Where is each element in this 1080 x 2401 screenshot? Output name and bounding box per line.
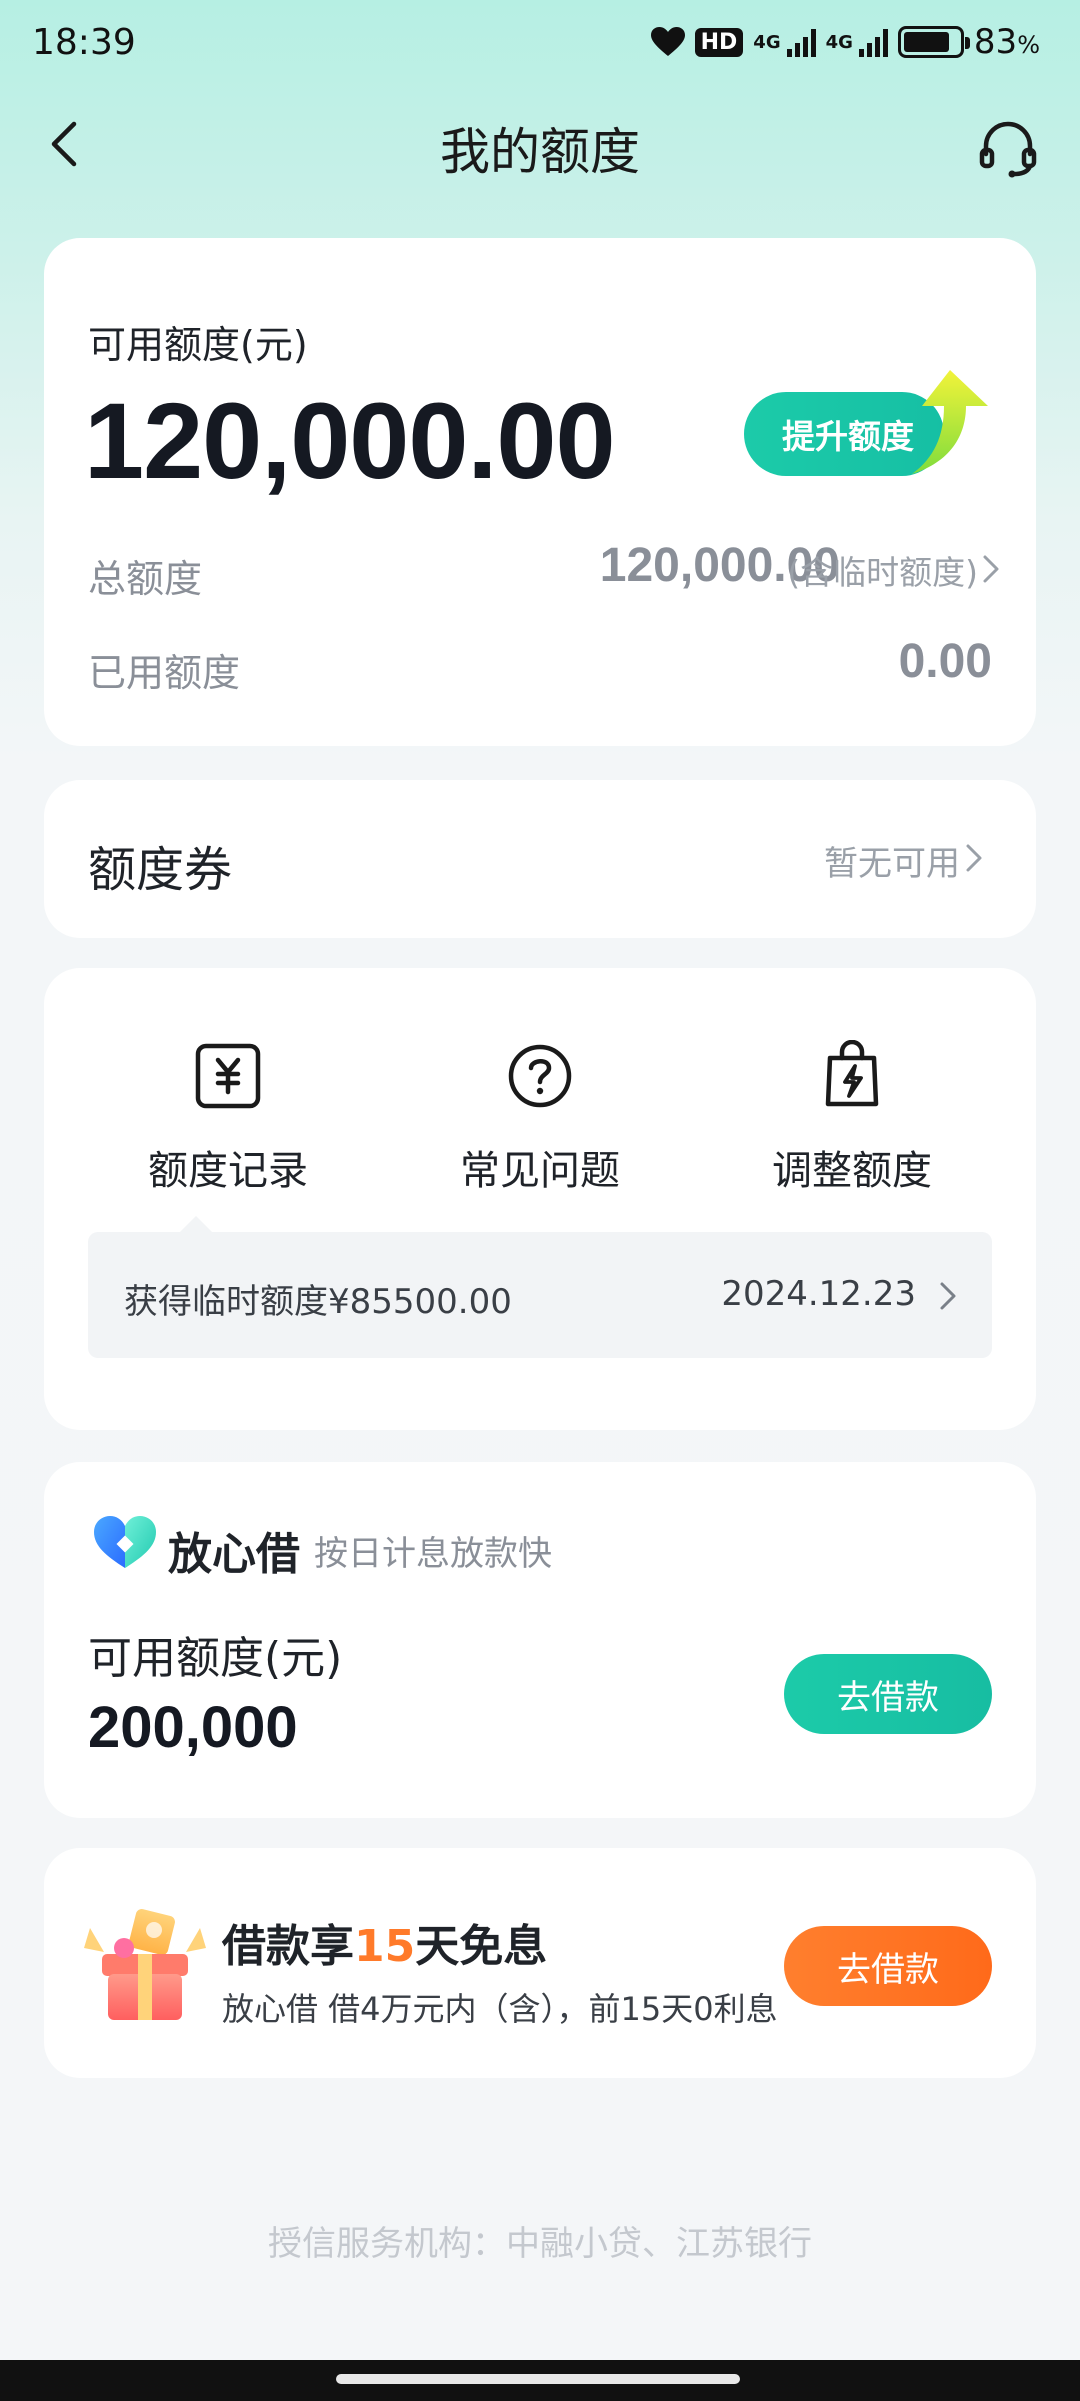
- promo-title: 借款享15天免息: [222, 1921, 548, 1972]
- used-quota-label: 已用额度: [88, 651, 241, 695]
- nav-bar: 我的额度: [0, 90, 1080, 200]
- status-time: 18:39: [32, 22, 136, 63]
- available-quota-label: 可用额度(元): [88, 323, 308, 367]
- yuan-receipt-icon: [195, 1043, 261, 1109]
- quota-record-button[interactable]: 额度记录: [98, 1040, 358, 1196]
- notice-pointer: [180, 1216, 212, 1232]
- notice-date: 2024.12.23: [721, 1274, 916, 1314]
- total-quota-note[interactable]: (含临时额度): [787, 546, 978, 594]
- fangxinjie-available-amount: 200,000: [88, 1695, 298, 1760]
- raise-quota-button[interactable]: 提升额度: [744, 370, 990, 476]
- network-type-2: 4G: [825, 31, 853, 53]
- available-quota-amount: 120,000.00: [84, 380, 616, 501]
- total-quota-label: 总额度: [88, 557, 203, 601]
- credit-institution-note: 授信服务机构：中融小贷、江苏银行: [268, 2224, 812, 2264]
- used-quota-value: 0.00: [898, 635, 992, 688]
- signal-icon: [786, 27, 816, 57]
- promo-description: 放心借 借4万元内（含），前15天0利息: [222, 1990, 778, 2028]
- fangxinjie-card: 放心借 按日计息放款快 可用额度(元) 200,000 去借款: [44, 1462, 1036, 1818]
- signal-icon-2: [858, 27, 888, 57]
- quota-card: 可用额度(元) 120,000.00 提升额度 总额度 120,000.00 (…: [44, 238, 1036, 746]
- chevron-right-icon: [940, 1282, 956, 1310]
- notice-text: 获得临时额度¥85500.00: [124, 1282, 512, 1322]
- chevron-right-icon[interactable]: [980, 552, 1002, 586]
- battery-percent: 83%: [973, 22, 1040, 62]
- tool-label: 额度记录: [148, 1148, 308, 1194]
- network-type-1: 4G: [753, 31, 781, 53]
- headset-icon[interactable]: [976, 116, 1040, 180]
- lightning-bag-icon: [825, 1040, 879, 1107]
- gesture-bar: [0, 2360, 1080, 2401]
- battery-icon: [897, 26, 970, 58]
- tools-card: 额度记录 常见问题 调整额度 获得临时额度¥85500.00 2024.12.2…: [44, 968, 1036, 1430]
- question-circle-icon: [508, 1044, 572, 1108]
- coupon-title: 额度券: [88, 842, 233, 898]
- temporary-quota-notice[interactable]: 获得临时额度¥85500.00 2024.12.23: [88, 1232, 992, 1358]
- coupon-status: 暂无可用: [824, 844, 960, 884]
- adjust-quota-button[interactable]: 调整额度: [722, 1040, 982, 1196]
- hd-badge: HD: [694, 27, 744, 57]
- quota-coupon-card[interactable]: 额度券 暂无可用: [44, 780, 1036, 938]
- status-bar: 18:39 HD 4G 4G 83%: [0, 0, 1080, 90]
- tool-label: 调整额度: [772, 1148, 932, 1194]
- home-indicator[interactable]: [336, 2374, 740, 2384]
- fangxinjie-brand: 放心借: [168, 1529, 300, 1580]
- arrow-up-icon: [912, 370, 988, 474]
- heart-icon: [650, 27, 685, 56]
- page-title: 我的额度: [440, 123, 640, 181]
- fangxinjie-available-label: 可用额度(元): [88, 1633, 343, 1684]
- chevron-right-icon: [966, 844, 982, 872]
- gift-box-icon: [84, 1909, 206, 2020]
- status-icons: HD 4G 4G 83%: [650, 22, 1040, 62]
- promo-borrow-button[interactable]: 去借款: [784, 1926, 992, 2006]
- fangxinjie-logo-icon: [94, 1516, 156, 1568]
- faq-button[interactable]: 常见问题: [410, 1040, 670, 1196]
- borrow-button[interactable]: 去借款: [784, 1654, 992, 1734]
- tool-label: 常见问题: [460, 1148, 620, 1194]
- fangxinjie-slogan: 按日计息放款快: [314, 1534, 552, 1574]
- interest-free-promo-card: 借款享15天免息 放心借 借4万元内（含），前15天0利息 去借款: [44, 1848, 1036, 2078]
